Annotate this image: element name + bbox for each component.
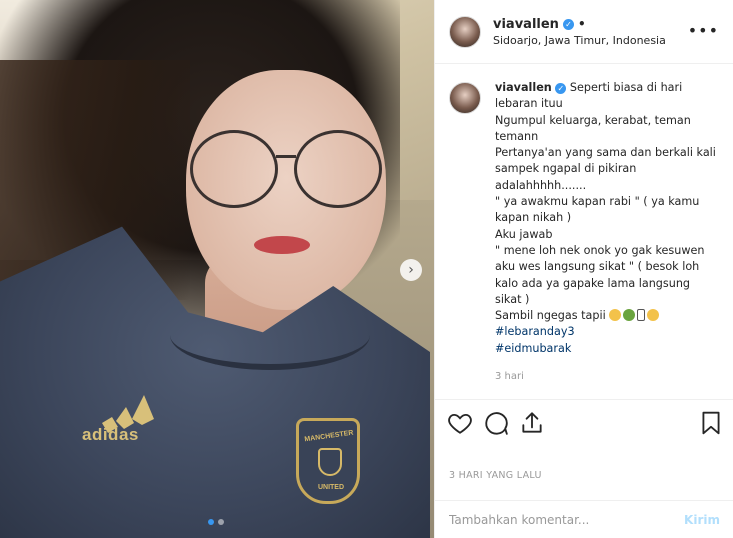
jersey-brand-text: adidas xyxy=(82,425,139,444)
emoji-disappointed-icon xyxy=(609,309,622,322)
glasses-bridge xyxy=(276,155,296,158)
hashtag-link[interactable]: #lebaranday3 xyxy=(495,324,719,340)
carousel-dot-active xyxy=(208,519,214,525)
carousel-next-button[interactable]: › xyxy=(400,259,422,281)
avatar[interactable] xyxy=(449,15,481,48)
heart-icon[interactable] xyxy=(447,410,473,436)
emoji-nauseated-icon xyxy=(623,309,636,322)
crest-bottom-text: UNITED xyxy=(317,484,345,491)
post-comment-button[interactable]: Kirim xyxy=(684,513,720,527)
caption-line-6: Sambil ngegas tapii xyxy=(495,308,719,324)
post-photo[interactable]: adidas MANCHESTER UNITED › xyxy=(0,0,434,538)
comment-input[interactable] xyxy=(449,512,685,527)
caption-time: 3 hari xyxy=(495,371,524,382)
share-icon[interactable] xyxy=(519,410,545,436)
header-separator: • xyxy=(577,17,586,31)
caption-username[interactable]: viavallen xyxy=(495,81,552,94)
carousel-dots xyxy=(208,519,224,525)
caption-line-2: Pertanya'an yang sama dan berkali kali s… xyxy=(495,146,716,192)
caption-line-4: Aku jawab xyxy=(495,227,553,241)
caption-line-1: Ngumpul keluarga, kerabat, teman temann xyxy=(495,113,691,143)
carousel-dot xyxy=(218,519,224,525)
chevron-right-icon: › xyxy=(408,262,414,278)
caption: viavallen ✓ Seperti biasa di hari lebara… xyxy=(449,80,723,357)
caption-line-6-text: Sambil ngegas tapii xyxy=(495,309,606,323)
verified-badge-icon: ✓ xyxy=(562,18,574,30)
caption-avatar[interactable] xyxy=(449,82,481,114)
photo-lips xyxy=(254,236,310,254)
post-timestamp[interactable]: 3 HARI YANG LALU xyxy=(449,470,542,481)
header-username[interactable]: viavallen xyxy=(493,17,559,32)
glasses-right-lens xyxy=(294,130,382,208)
jersey-collar xyxy=(170,300,370,370)
comment-form: Kirim xyxy=(435,500,733,538)
caption-line-3: " ya awakmu kapan rabi " ( ya kamu kapan… xyxy=(495,195,700,225)
glasses-left-lens xyxy=(190,130,278,208)
caption-line-5: " mene loh nek onok yo gak kesuwen aku w… xyxy=(495,243,705,306)
emoji-missing-glyph-icon xyxy=(637,309,646,322)
comment-icon[interactable] xyxy=(483,410,509,436)
post-header: viavallen ✓ • Sidoarjo, Jawa Timur, Indo… xyxy=(435,0,733,64)
emoji-fearful-icon xyxy=(647,309,660,322)
verified-badge-icon: ✓ xyxy=(555,83,567,94)
post-location[interactable]: Sidoarjo, Jawa Timur, Indonesia xyxy=(493,34,666,47)
bookmark-icon[interactable] xyxy=(698,410,724,436)
hashtag-link[interactable]: #eidmubarak xyxy=(495,341,719,357)
crest-shield-icon xyxy=(318,448,342,476)
more-options-icon[interactable]: ••• xyxy=(688,21,719,40)
post-side-panel: viavallen ✓ • Sidoarjo, Jawa Timur, Indo… xyxy=(434,0,733,538)
